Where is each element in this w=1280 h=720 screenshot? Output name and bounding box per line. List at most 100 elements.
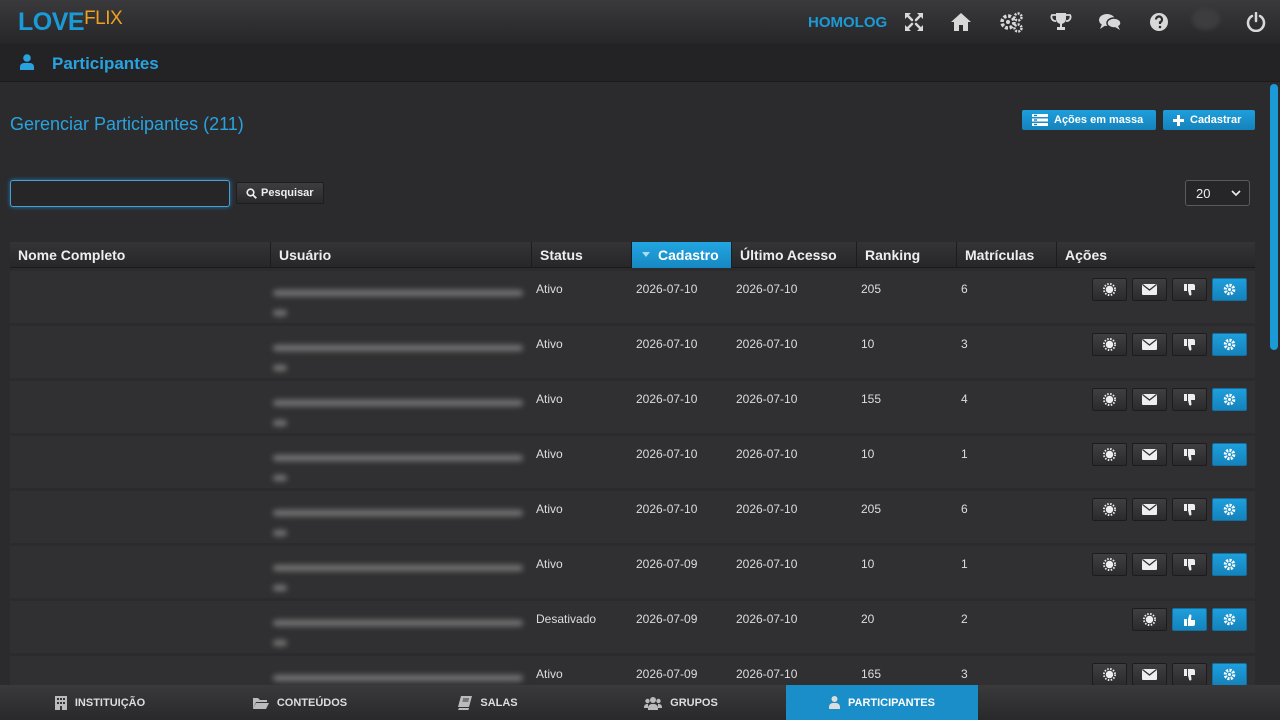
cell-enrollments: 3 xyxy=(961,337,968,351)
cell-user xyxy=(271,436,532,488)
deactivate-button[interactable] xyxy=(1172,553,1207,576)
cell-name xyxy=(10,326,271,378)
deactivate-button[interactable] xyxy=(1172,278,1207,301)
status-button[interactable] xyxy=(1092,663,1127,686)
gears-icon[interactable] xyxy=(999,10,1023,34)
cell-ranking: 10 xyxy=(861,447,875,461)
status-button[interactable] xyxy=(1132,608,1167,631)
column-header-last-access[interactable]: Último Acesso xyxy=(732,242,857,268)
column-header-created[interactable]: Cadastro xyxy=(632,242,732,268)
settings-button[interactable] xyxy=(1212,443,1247,466)
settings-button[interactable] xyxy=(1212,388,1247,411)
table-row[interactable]: Desativado 2026-07-09 2026-07-10 20 2 xyxy=(10,601,1255,653)
trophy-icon[interactable] xyxy=(1049,10,1073,34)
bulk-actions-button[interactable]: Ações em massa xyxy=(1022,110,1156,130)
fullscreen-icon[interactable] xyxy=(902,10,926,34)
email-button[interactable] xyxy=(1132,553,1167,576)
status-button[interactable] xyxy=(1092,278,1127,301)
thumbs-down-icon xyxy=(1183,668,1196,681)
bulk-actions-label: Ações em massa xyxy=(1054,114,1144,126)
status-button[interactable] xyxy=(1092,498,1127,521)
settings-button[interactable] xyxy=(1212,498,1247,521)
column-header-user[interactable]: Usuário xyxy=(271,242,532,268)
register-label: Cadastrar xyxy=(1190,114,1242,126)
cell-created: 2026-07-09 xyxy=(636,612,698,626)
nav-item-label: PARTICIPANTES xyxy=(848,696,935,709)
table-row[interactable]: Ativo 2026-07-10 2026-07-10 155 4 xyxy=(10,381,1255,433)
help-icon[interactable] xyxy=(1147,10,1171,34)
mail-icon xyxy=(1142,669,1157,680)
settings-button[interactable] xyxy=(1212,553,1247,576)
cell-status: Ativo xyxy=(536,447,563,461)
nav-item-instituicao[interactable]: INSTITUIÇÃO xyxy=(0,685,200,720)
deactivate-button[interactable] xyxy=(1172,498,1207,521)
nav-item-label: INSTITUIÇÃO xyxy=(74,696,146,709)
settings-button[interactable] xyxy=(1212,608,1247,631)
register-button[interactable]: Cadastrar xyxy=(1163,110,1255,130)
book-icon xyxy=(458,695,473,710)
nav-item-grupos[interactable]: GRUPOS xyxy=(576,685,786,720)
row-actions xyxy=(1092,498,1247,521)
cell-status: Ativo xyxy=(536,557,563,571)
nav-item-salas[interactable]: SALAS xyxy=(400,685,576,720)
logo-flix-text: FLIX xyxy=(84,8,123,29)
column-header-ranking[interactable]: Ranking xyxy=(857,242,957,268)
sun-icon xyxy=(1103,668,1116,681)
power-icon[interactable] xyxy=(1244,10,1268,34)
page-size-select[interactable]: 20 xyxy=(1185,180,1250,206)
column-header-status[interactable]: Status xyxy=(532,242,632,268)
column-header-name[interactable]: Nome Completo xyxy=(10,242,271,268)
table-row[interactable]: Ativo 2026-07-10 2026-07-10 205 6 xyxy=(10,491,1255,543)
home-icon[interactable] xyxy=(949,10,973,34)
email-button[interactable] xyxy=(1132,498,1167,521)
table-row[interactable]: Ativo 2026-07-10 2026-07-10 10 3 xyxy=(10,326,1255,378)
sun-icon xyxy=(1103,283,1116,296)
cell-status: Ativo xyxy=(536,392,563,406)
redacted-username xyxy=(273,337,532,377)
email-button[interactable] xyxy=(1132,443,1167,466)
status-button[interactable] xyxy=(1092,388,1127,411)
settings-button[interactable] xyxy=(1212,663,1247,686)
mail-icon xyxy=(1142,339,1157,350)
cell-ranking: 10 xyxy=(861,557,875,571)
search-button[interactable]: Pesquisar xyxy=(236,182,324,204)
email-button[interactable] xyxy=(1132,663,1167,686)
email-button[interactable] xyxy=(1132,278,1167,301)
table-row[interactable]: Ativo 2026-07-10 2026-07-10 10 1 xyxy=(10,436,1255,488)
status-button[interactable] xyxy=(1092,553,1127,576)
deactivate-button[interactable] xyxy=(1172,388,1207,411)
cell-user xyxy=(271,271,532,323)
cell-enrollments: 1 xyxy=(961,557,968,571)
activate-button[interactable] xyxy=(1172,608,1207,631)
search-input[interactable] xyxy=(10,180,230,207)
redacted-username xyxy=(273,392,532,432)
settings-button[interactable] xyxy=(1212,278,1247,301)
cog-icon xyxy=(1223,613,1236,626)
deactivate-button[interactable] xyxy=(1172,663,1207,686)
nav-item-conteudos[interactable]: CONTEÚDOS xyxy=(200,685,400,720)
deactivate-button[interactable] xyxy=(1172,443,1207,466)
scrollbar-thumb[interactable] xyxy=(1270,84,1278,350)
status-button[interactable] xyxy=(1092,443,1127,466)
cell-status: Ativo xyxy=(536,337,563,351)
nav-item-participantes[interactable]: PARTICIPANTES xyxy=(786,685,978,720)
chat-icon[interactable] xyxy=(1098,10,1122,34)
status-button[interactable] xyxy=(1092,333,1127,356)
row-actions xyxy=(1092,278,1247,301)
deactivate-button[interactable] xyxy=(1172,333,1207,356)
scrollbar[interactable] xyxy=(1268,82,1280,685)
app-logo[interactable]: LOVEFLIX xyxy=(18,8,123,37)
table-row[interactable]: Ativo 2026-07-10 2026-07-10 205 6 xyxy=(10,271,1255,323)
cell-ranking: 20 xyxy=(861,612,875,626)
user-icon xyxy=(829,696,840,709)
cell-name xyxy=(10,491,271,543)
email-button[interactable] xyxy=(1132,333,1167,356)
cell-status: Ativo xyxy=(536,502,563,516)
table-row[interactable]: Ativo 2026-07-09 2026-07-10 10 1 xyxy=(10,546,1255,598)
user-avatar[interactable] xyxy=(1192,8,1220,30)
column-header-enrollments[interactable]: Matrículas xyxy=(957,242,1057,268)
settings-button[interactable] xyxy=(1212,333,1247,356)
row-actions xyxy=(1092,663,1247,686)
email-button[interactable] xyxy=(1132,388,1167,411)
row-actions xyxy=(1092,333,1247,356)
